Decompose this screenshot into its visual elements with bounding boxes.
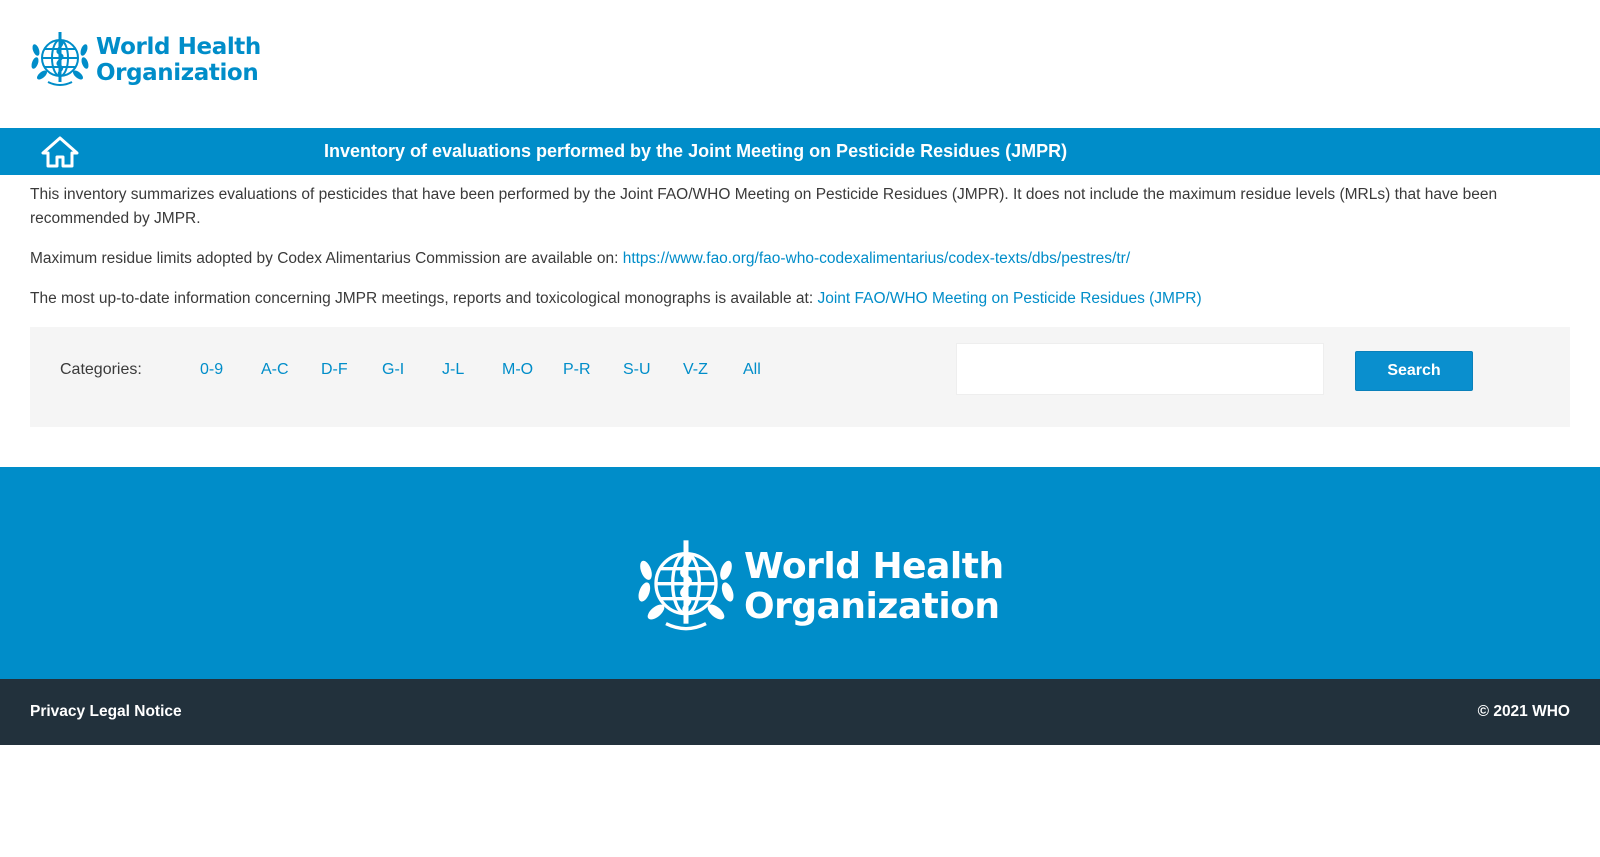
main-content: This inventory summarizes evaluations of…: [0, 175, 1600, 427]
category-p-r[interactable]: P-R: [563, 361, 591, 379]
mrl-text: Maximum residue limits adopted by Codex …: [30, 250, 623, 267]
info-paragraph: The most up-to-date information concerni…: [30, 271, 1570, 311]
category-v-z[interactable]: V-Z: [683, 361, 708, 379]
footer-who-logo[interactable]: World Health Organization: [636, 537, 1004, 637]
logo-line-1: World Health: [96, 34, 261, 60]
mrl-paragraph: Maximum residue limits adopted by Codex …: [30, 231, 1570, 271]
categories-label: Categories:: [60, 361, 142, 378]
categories-panel: Categories: 0-9 A-C D-F G-I J-L M-O P-R …: [30, 327, 1570, 427]
footer-bar: Privacy Legal Notice © 2021 WHO: [0, 679, 1600, 745]
legal-notice-link[interactable]: Legal Notice: [89, 703, 181, 720]
category-all[interactable]: All: [743, 361, 761, 379]
footer-links: Privacy Legal Notice: [30, 679, 182, 745]
category-a-c[interactable]: A-C: [261, 361, 289, 379]
category-0-9[interactable]: 0-9: [200, 361, 223, 379]
who-logo[interactable]: World Health Organization: [30, 30, 261, 90]
who-emblem-icon: [31, 32, 89, 86]
category-m-o[interactable]: M-O: [502, 361, 533, 379]
site-header: World Health Organization: [0, 0, 1600, 128]
category-g-i[interactable]: G-I: [382, 361, 404, 379]
logo-line-2: Organization: [96, 60, 259, 86]
codex-link[interactable]: https://www.fao.org/fao-who-codexaliment…: [623, 250, 1130, 267]
footer-logo-band: World Health Organization: [0, 467, 1600, 679]
footer-logo-line-1: World Health: [744, 546, 1004, 587]
info-text: The most up-to-date information concerni…: [30, 290, 818, 307]
nav-bar: Inventory of evaluations performed by th…: [0, 128, 1600, 175]
intro-text: This inventory summarizes evaluations of…: [30, 186, 1498, 227]
who-emblem-icon: [638, 540, 734, 631]
search-button[interactable]: Search: [1355, 351, 1473, 391]
category-d-f[interactable]: D-F: [321, 361, 348, 379]
privacy-link[interactable]: Privacy: [30, 703, 85, 720]
jmpr-link[interactable]: Joint FAO/WHO Meeting on Pesticide Resid…: [817, 290, 1201, 307]
category-s-u[interactable]: S-U: [623, 361, 651, 379]
search-input[interactable]: [956, 343, 1324, 395]
category-j-l[interactable]: J-L: [442, 361, 464, 379]
footer-logo-line-2: Organization: [744, 586, 1000, 627]
home-icon: [41, 136, 79, 168]
page-title: Inventory of evaluations performed by th…: [324, 141, 1068, 161]
copyright: © 2021 WHO: [1477, 703, 1570, 720]
home-button[interactable]: [41, 136, 79, 173]
